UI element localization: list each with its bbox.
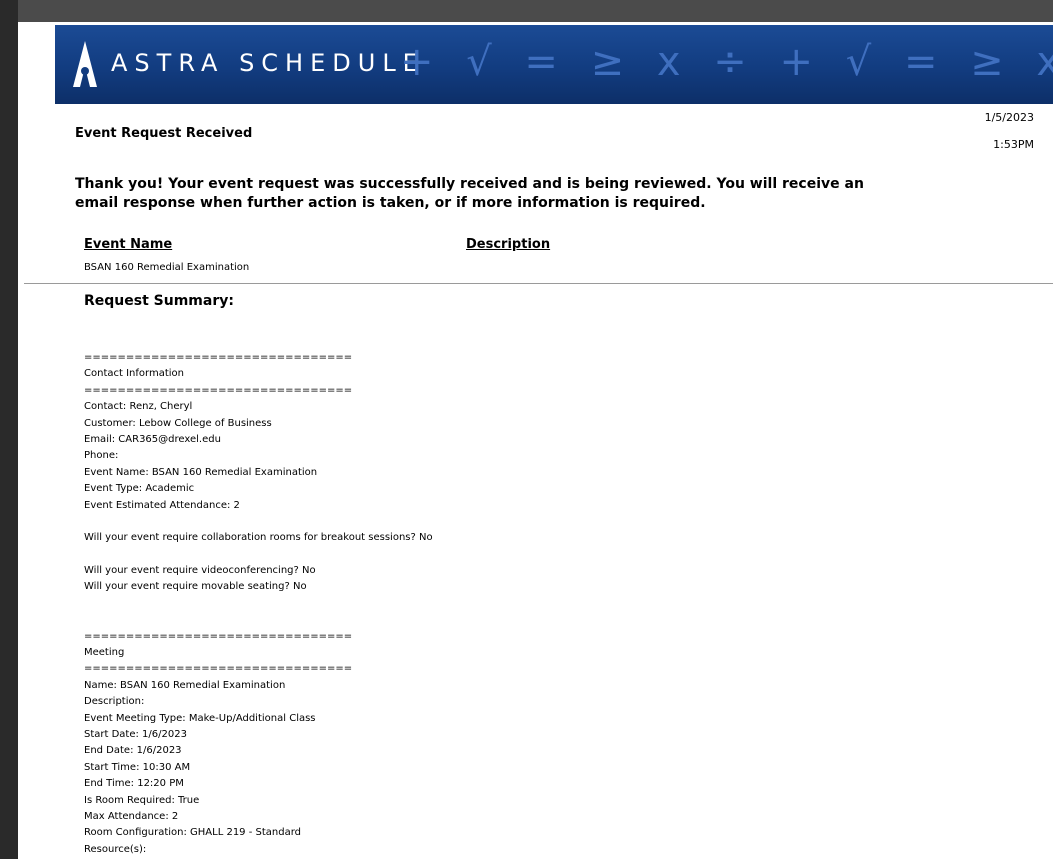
page-title: Event Request Received (75, 126, 253, 141)
summary-line: ================================ (84, 352, 353, 363)
event-name-value: BSAN 160 Remedial Examination (84, 262, 250, 273)
summary-line: End Date: 1/6/2023 (84, 745, 182, 757)
summary-line: Will your event require movable seating?… (84, 581, 307, 593)
astra-logo-icon (73, 41, 97, 87)
summary-line: Event Estimated Attendance: 2 (84, 499, 240, 511)
summary-line: Max Attendance: 2 (84, 810, 179, 822)
astra-schedule-banner: ASTRA SCHEDULE + √ = ≥ x ÷ + √ = ≥ x ÷ +… (55, 25, 1053, 104)
summary-line: Will your event require collaboration ro… (84, 532, 433, 544)
summary-line: Phone: (84, 450, 119, 462)
description-header: Description (466, 237, 551, 252)
summary-line (84, 547, 784, 563)
summary-line (84, 596, 784, 612)
logo-text: ASTRA SCHEDULE (111, 49, 425, 77)
event-name-header: Event Name (84, 237, 173, 252)
viewer-top-bar (0, 0, 1053, 22)
summary-line: Is Room Required: True (84, 794, 200, 806)
viewer-left-bar (0, 0, 18, 859)
summary-line (84, 514, 784, 530)
request-summary-title: Request Summary: (84, 293, 234, 309)
summary-line: Email: CAR365@drexel.edu (84, 433, 221, 445)
summary-line: Description: (84, 696, 145, 708)
summary-line: Event Meeting Type: Make-Up/Additional C… (84, 712, 316, 724)
summary-line: Meeting (84, 647, 125, 659)
summary-line (84, 612, 784, 628)
summary-line: Start Time: 10:30 AM (84, 761, 191, 773)
banner-math-symbols: + √ = ≥ x ÷ + √ = ≥ x ÷ + √ = ≥ x ÷ (400, 39, 1053, 85)
request-summary-body: ================================ Contact … (84, 350, 784, 858)
summary-line: ================================ (84, 663, 353, 675)
summary-line: Name: BSAN 160 Remedial Examination (84, 679, 286, 691)
summary-line: Contact: Renz, Cheryl (84, 401, 193, 413)
summary-line: Will your event require videoconferencin… (84, 565, 316, 577)
request-date: 1/5/2023 (984, 111, 1034, 124)
summary-line: Event Name: BSAN 160 Remedial Examinatio… (84, 466, 318, 478)
summary-line: Room Configuration: GHALL 219 - Standard (84, 827, 301, 839)
document-page: ASTRA SCHEDULE + √ = ≥ x ÷ + √ = ≥ x ÷ +… (24, 22, 1053, 859)
summary-line: ================================ (84, 630, 353, 642)
divider (24, 283, 1053, 284)
request-time: 1:53PM (993, 138, 1034, 151)
summary-line: Event Type: Academic (84, 483, 195, 495)
summary-line: Contact Information (84, 368, 184, 380)
summary-line: Customer: Lebow College of Business (84, 417, 272, 429)
summary-line: Resource(s): (84, 843, 147, 855)
summary-line: Start Date: 1/6/2023 (84, 728, 187, 740)
summary-line: End Time: 12:20 PM (84, 778, 184, 790)
confirmation-message: Thank you! Your event request was succes… (75, 176, 864, 211)
summary-line: ================================ (84, 384, 353, 396)
